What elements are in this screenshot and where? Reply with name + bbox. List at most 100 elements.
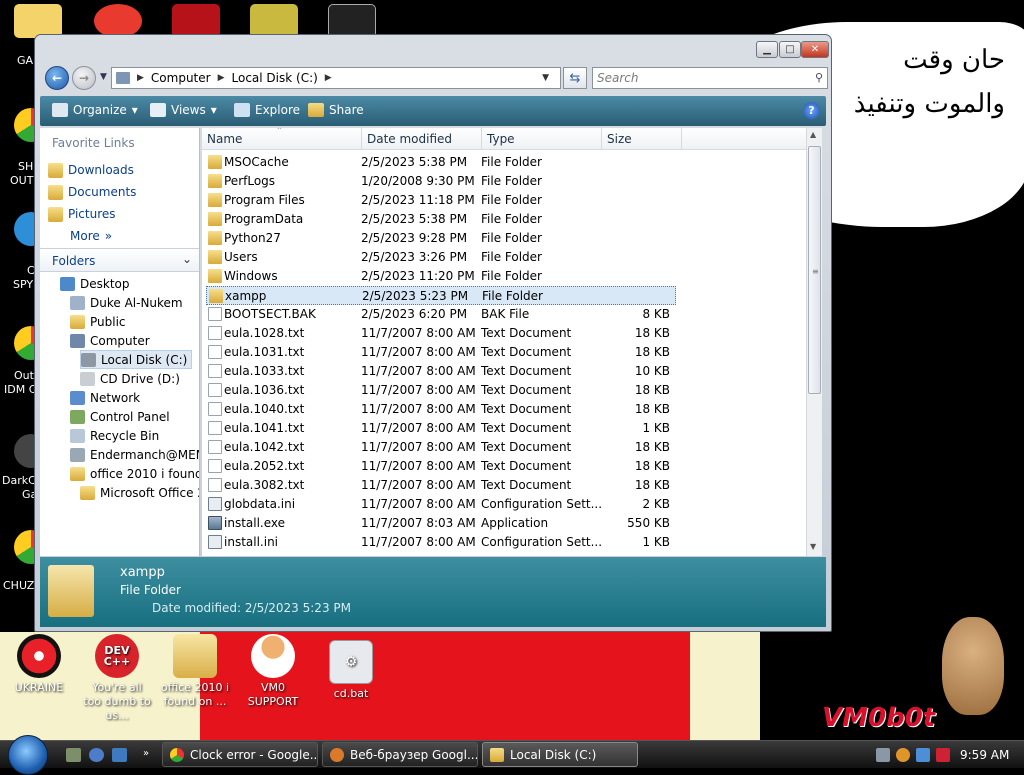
file-row[interactable]: install.exe 11/7/2007 8:03 AM Application 5… bbox=[206, 514, 676, 533]
folders-label: Folders bbox=[52, 254, 96, 268]
file-name: eula.2052.txt bbox=[224, 459, 305, 473]
file-row[interactable]: eula.2052.txt 11/7/2007 8:00 AM Text Docum… bbox=[206, 457, 676, 476]
quick-launch-icon[interactable] bbox=[66, 748, 81, 762]
column-header-date-modified[interactable]: Date modified bbox=[362, 128, 482, 150]
recent-pages-dropdown-icon[interactable]: ▼ bbox=[100, 72, 107, 82]
file-row[interactable]: Windows 2/5/2023 11:20 PM File Folder bbox=[206, 267, 676, 286]
file-row[interactable]: eula.1036.txt 11/7/2007 8:00 AM Text Docum… bbox=[206, 381, 676, 400]
scroll-up-arrow-icon[interactable]: ▲ bbox=[810, 130, 816, 139]
favorite-link-pictures[interactable]: Pictures bbox=[48, 204, 116, 224]
file-date: 2/5/2023 5:38 PM bbox=[361, 155, 468, 169]
file-row[interactable]: eula.1028.txt 11/7/2007 8:00 AM Text Docum… bbox=[206, 324, 676, 343]
file-row[interactable]: PerfLogs 1/20/2008 9:30 PM File Folder bbox=[206, 172, 676, 191]
back-button[interactable]: ← bbox=[45, 66, 69, 90]
tree-item-desktop[interactable]: Desktop bbox=[60, 274, 130, 293]
network-tray-icon[interactable] bbox=[916, 748, 930, 762]
file-type: File Folder bbox=[481, 212, 542, 226]
search-icon[interactable]: ⚲ bbox=[815, 71, 823, 84]
file-row[interactable]: BOOTSECT.BAK 2/5/2023 6:20 PM BAK File 8 KB bbox=[206, 305, 676, 324]
favorite-link-more[interactable]: More » bbox=[70, 226, 112, 246]
maximize-button[interactable]: □ bbox=[779, 41, 801, 58]
file-row[interactable]: install.ini 11/7/2007 8:00 AM Configuratio… bbox=[206, 533, 676, 552]
tree-item-computer[interactable]: Computer bbox=[70, 331, 150, 350]
file-row[interactable]: Program Files 2/5/2023 11:18 PM File Folde… bbox=[206, 191, 676, 210]
search-tray-icon[interactable] bbox=[896, 748, 910, 762]
tree-item-office-folder[interactable]: office 2010 i found o bbox=[70, 464, 199, 483]
volume-muted-icon[interactable] bbox=[936, 748, 950, 762]
quick-launch-icon[interactable] bbox=[89, 748, 104, 762]
tree-item-user[interactable]: Duke Al-Nukem bbox=[70, 293, 183, 312]
tree-item-label: Public bbox=[90, 314, 126, 329]
tree-item-public[interactable]: Public bbox=[70, 312, 126, 331]
minimize-button[interactable]: ▁ bbox=[756, 41, 778, 58]
file-row[interactable]: globdata.ini 11/7/2007 8:00 AM Configurati… bbox=[206, 495, 676, 514]
close-button[interactable]: ✕ bbox=[801, 41, 829, 58]
taskbar-clock[interactable]: 9:59 AM bbox=[960, 748, 1009, 762]
file-row[interactable]: Users 2/5/2023 3:26 PM File Folder bbox=[206, 248, 676, 267]
desktop-icon bbox=[60, 276, 75, 291]
file-row[interactable]: ProgramData 2/5/2023 5:38 PM File Folder bbox=[206, 210, 676, 229]
tree-item-local-disk[interactable]: Local Disk (C:) bbox=[80, 350, 193, 369]
flash-icon[interactable] bbox=[172, 4, 220, 38]
search-input[interactable]: Search ⚲ bbox=[592, 67, 828, 89]
scroll-down-arrow-icon[interactable]: ▼ bbox=[810, 542, 816, 551]
help-icon[interactable]: ? bbox=[803, 102, 820, 119]
desktop-icon-vm0-support[interactable]: VM0 SUPPORT bbox=[238, 634, 308, 709]
tree-item-cd-drive[interactable]: CD Drive (D:) bbox=[80, 369, 180, 388]
desktop-icon-devcpp[interactable]: DEV C++ You're all too dumb to us... bbox=[82, 634, 152, 723]
tree-item-control-panel[interactable]: Control Panel bbox=[70, 407, 170, 426]
taskbar-button-local-disk[interactable]: Local Disk (C:) bbox=[482, 742, 638, 767]
address-bar[interactable]: ▶ Computer ▶ Local Disk (C:) ▶ ▼ bbox=[111, 67, 561, 89]
column-header-type[interactable]: Type bbox=[482, 128, 602, 150]
desktop-top-icon-2[interactable] bbox=[94, 4, 142, 38]
breadcrumb-computer[interactable]: Computer bbox=[151, 71, 211, 85]
views-button[interactable]: Views ▾ bbox=[150, 103, 217, 117]
explore-button[interactable]: Explore bbox=[234, 103, 300, 117]
file-row[interactable]: eula.1041.txt 11/7/2007 8:00 AM Text Docum… bbox=[206, 419, 676, 438]
file-row[interactable]: eula.3082.txt 11/7/2007 8:00 AM Text Docum… bbox=[206, 476, 676, 495]
hxd-icon[interactable] bbox=[250, 4, 298, 38]
folders-toggle[interactable]: Folders ⌄ bbox=[40, 248, 199, 272]
quick-launch-overflow-icon[interactable]: » bbox=[143, 748, 158, 762]
taskbar-button-label: Bеб-браузер Googl... bbox=[350, 747, 478, 762]
desktop-top-icon-1[interactable] bbox=[14, 4, 62, 38]
desktop-icon-office-folder[interactable]: office 2010 i found on ... bbox=[160, 634, 230, 709]
column-header-name[interactable]: ⌃ Name bbox=[202, 128, 362, 150]
desktop-icon-cd-bat[interactable]: ⚙ cd.bat bbox=[316, 640, 386, 701]
tree-item-label: CD Drive (D:) bbox=[100, 371, 180, 386]
file-row[interactable]: Python27 2/5/2023 9:28 PM File Folder bbox=[206, 229, 676, 248]
file-row[interactable]: eula.1033.txt 11/7/2007 8:00 AM Text Docum… bbox=[206, 362, 676, 381]
console-icon[interactable] bbox=[328, 4, 376, 38]
breadcrumb-separator-icon[interactable]: ▶ bbox=[218, 73, 225, 83]
organize-button[interactable]: Organize ▾ bbox=[52, 103, 138, 117]
favorite-link-downloads[interactable]: Downloads bbox=[48, 160, 134, 180]
file-row[interactable]: xampp 2/5/2023 5:23 PM File Folder bbox=[206, 286, 676, 305]
breadcrumb-separator-icon[interactable]: ▶ bbox=[325, 73, 332, 83]
taskbar-button-chrome[interactable]: Clock error - Google... bbox=[162, 742, 318, 767]
scrollbar-thumb[interactable]: ≡ bbox=[808, 146, 821, 394]
favorite-link-documents[interactable]: Documents bbox=[48, 182, 136, 202]
forward-button[interactable]: → bbox=[72, 66, 96, 90]
tree-item-recycle-bin[interactable]: Recycle Bin bbox=[70, 426, 159, 445]
share-button[interactable]: Share bbox=[308, 103, 364, 117]
file-row[interactable]: MSOCache 2/5/2023 5:38 PM File Folder bbox=[206, 153, 676, 172]
vertical-scrollbar[interactable]: ▲ ≡ ▼ bbox=[806, 128, 822, 556]
file-row[interactable]: eula.1042.txt 11/7/2007 8:00 AM Text Docum… bbox=[206, 438, 676, 457]
folder-icon bbox=[70, 466, 85, 481]
file-row[interactable]: eula.1040.txt 11/7/2007 8:00 AM Text Docum… bbox=[206, 400, 676, 419]
breadcrumb-local-disk[interactable]: Local Disk (C:) bbox=[232, 71, 318, 85]
tree-item-microsoft-office[interactable]: Microsoft Office 2 bbox=[80, 483, 199, 502]
folder-icon bbox=[208, 193, 222, 207]
column-header-size[interactable]: Size bbox=[602, 128, 682, 150]
show-desktop-icon[interactable] bbox=[112, 748, 127, 762]
start-button[interactable] bbox=[8, 735, 48, 775]
refresh-button[interactable]: ⇆ bbox=[563, 67, 587, 89]
tree-item-network[interactable]: Network bbox=[70, 388, 140, 407]
breadcrumb-separator-icon[interactable]: ▶ bbox=[137, 73, 144, 83]
file-row[interactable]: eula.1031.txt 11/7/2007 8:00 AM Text Docum… bbox=[206, 343, 676, 362]
taskbar-button-browser[interactable]: Bеб-браузер Googl... bbox=[322, 742, 478, 767]
address-dropdown-icon[interactable]: ▼ bbox=[542, 73, 549, 83]
desktop-icon-ukraine[interactable]: UKRAINE bbox=[4, 634, 74, 695]
tray-icon[interactable] bbox=[876, 748, 890, 762]
tree-item-endermanch[interactable]: Endermanch@MEM bbox=[70, 445, 199, 464]
